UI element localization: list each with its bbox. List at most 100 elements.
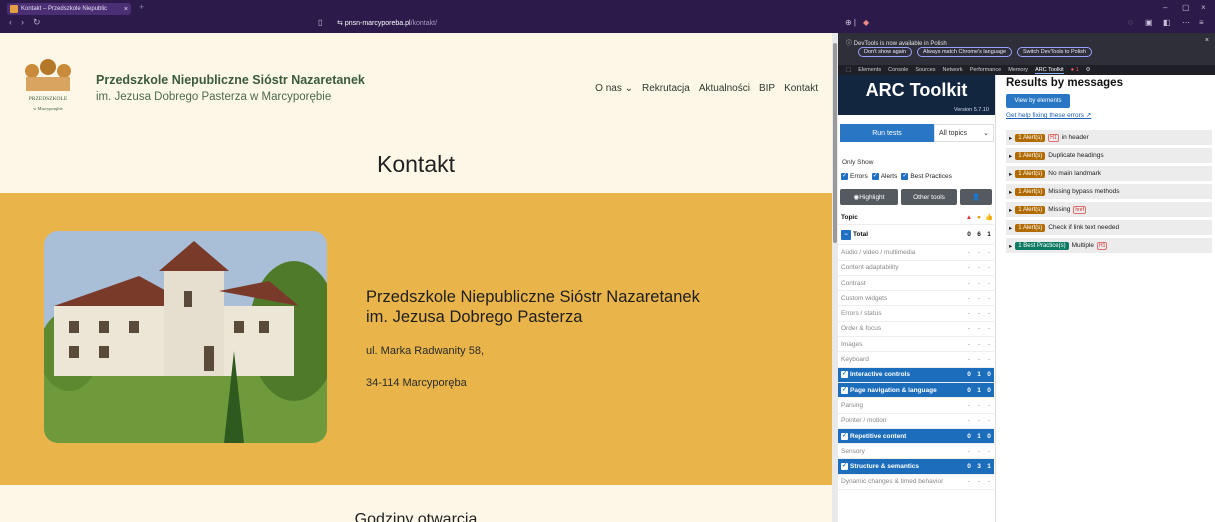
- topic-name: Audio / video / multimedia: [841, 248, 916, 256]
- tab-close-icon[interactable]: ×: [124, 6, 128, 13]
- topics-select[interactable]: All topics ⌄: [934, 124, 994, 142]
- expand-icon[interactable]: ▸: [1009, 188, 1012, 196]
- tab-network[interactable]: Network: [943, 67, 963, 73]
- topic-row[interactable]: ✓ Page navigation & language 0 1 0: [838, 382, 994, 399]
- expand-icon[interactable]: ▸: [1009, 206, 1012, 214]
- error-count-badge[interactable]: ● 1: [1071, 67, 1079, 73]
- topic-count: -: [967, 248, 971, 256]
- tab-sources[interactable]: Sources: [915, 67, 935, 73]
- topic-count: -: [977, 310, 981, 318]
- topic-row[interactable]: ✓ Interactive controls 0 1 0: [838, 367, 994, 383]
- topic-row[interactable]: ✓ Structure & semantics 0 3 1: [838, 459, 994, 475]
- new-tab-icon[interactable]: +: [139, 2, 144, 12]
- highlight-button[interactable]: ◉ Highlight: [840, 189, 898, 205]
- checkbox-icon[interactable]: ✓: [841, 432, 848, 440]
- expand-icon[interactable]: ▸: [1009, 152, 1012, 160]
- collapse-icon[interactable]: −: [841, 229, 851, 240]
- expand-icon[interactable]: ▸: [1009, 170, 1012, 178]
- result-item[interactable]: ▸ 1 Alert(s) Missing href: [1006, 202, 1212, 217]
- tab-performance[interactable]: Performance: [970, 67, 1002, 73]
- result-item[interactable]: ▸ 1 Alert(s) Duplicate headings: [1006, 148, 1212, 163]
- nav-item-bip[interactable]: BIP: [759, 83, 775, 94]
- topic-row[interactable]: Errors / status - - -: [838, 306, 994, 322]
- nav-item-o-nas[interactable]: O nas ⌄: [595, 83, 633, 94]
- topic-row[interactable]: ✓ Repetitive content 0 1 0: [838, 428, 994, 445]
- tab-arc-toolkit[interactable]: ARC Toolkit: [1035, 67, 1064, 74]
- user-settings-button[interactable]: 👤: [960, 189, 992, 205]
- nav-item-rekrutacja[interactable]: Rekrutacja: [642, 83, 690, 94]
- menu-icon[interactable]: ⋯: [1182, 18, 1190, 27]
- nav-item-kontakt[interactable]: Kontakt: [784, 83, 818, 94]
- topic-row[interactable]: Audio / video / multimedia - - -: [838, 245, 994, 261]
- bookmark-icon[interactable]: ▯: [318, 18, 322, 27]
- topic-row[interactable]: Dynamic changes & timed behavior - - -: [838, 475, 994, 491]
- browser-topbar: Kontakt – Przedszkole Niepublic × + – ▢ …: [0, 0, 1215, 33]
- result-item[interactable]: ▸ 1 Alert(s) No main landmark: [1006, 166, 1212, 181]
- inspect-icon[interactable]: ⬚: [846, 67, 851, 73]
- topic-row[interactable]: Keyboard - - -: [838, 352, 994, 368]
- topic-row[interactable]: Content adaptability - - -: [838, 261, 994, 276]
- forward-icon[interactable]: ›: [21, 17, 24, 27]
- maximize-icon[interactable]: ▢: [1182, 3, 1190, 12]
- minimize-icon[interactable]: –: [1163, 3, 1167, 12]
- tab-elements[interactable]: Elements: [858, 67, 881, 73]
- tab-console[interactable]: Console: [888, 67, 908, 73]
- result-item[interactable]: ▸ 1 Best Practice(s) Multiple H1: [1006, 238, 1212, 253]
- result-item[interactable]: ▸ 1 Alert(s) H1 in header: [1006, 130, 1212, 145]
- filter-best-practices[interactable]: ✓ Best Practices: [901, 173, 952, 180]
- tab-memory[interactable]: Memory: [1008, 67, 1028, 73]
- filter-alerts[interactable]: ✓ Alerts: [871, 173, 897, 180]
- switch-polish-button[interactable]: Switch DevTools to Polish: [1017, 47, 1092, 57]
- total-best-practices: 1: [987, 231, 991, 239]
- topic-row[interactable]: Order & focus - - -: [838, 322, 994, 338]
- expand-icon[interactable]: ▸: [1009, 224, 1012, 232]
- expand-icon[interactable]: ▸: [1009, 134, 1012, 142]
- filter-checkboxes: ✓ Errors ✓ Alerts ✓ Best Practices: [841, 173, 952, 180]
- extension-icon[interactable]: ◆: [863, 18, 869, 27]
- expand-icon[interactable]: ▸: [1009, 242, 1012, 250]
- run-tests-button[interactable]: Run tests: [840, 124, 934, 142]
- result-item[interactable]: ▸ 1 Alert(s) Missing bypass methods: [1006, 184, 1212, 199]
- downloads-icon[interactable]: ▣: [1145, 18, 1153, 27]
- nav-item-aktualnosci[interactable]: Aktualności: [699, 83, 750, 94]
- zoom-icon[interactable]: ⊕ |: [845, 18, 856, 27]
- notice-close-icon[interactable]: ×: [1205, 37, 1209, 44]
- site-info-icon[interactable]: ⇆: [337, 20, 345, 27]
- address-bar[interactable]: ⇆ pnsn-marcyporeba.pl/kontakt/: [337, 19, 437, 27]
- topic-row[interactable]: Contrast - - -: [838, 276, 994, 292]
- topic-row[interactable]: Parsing - - -: [838, 398, 994, 414]
- view-by-elements-button[interactable]: View by elements: [1006, 94, 1070, 108]
- error-triangle-icon: ▲: [965, 213, 973, 221]
- filter-errors[interactable]: ✓ Errors: [841, 173, 868, 180]
- match-language-button[interactable]: Always match Chrome's language: [917, 47, 1013, 57]
- topic-row[interactable]: Custom widgets - - -: [838, 291, 994, 307]
- brand-name[interactable]: Przedszkole Niepubliczne Sióstr Nazareta…: [96, 73, 365, 87]
- address-street: ul. Marka Radwanity 58,: [366, 345, 484, 357]
- checkbox-icon[interactable]: ✓: [841, 463, 848, 471]
- topic-name: Content adaptability: [841, 264, 899, 272]
- help-link[interactable]: Get help fixing these errors ↗: [1006, 111, 1091, 119]
- devtools-settings-icon[interactable]: ⚙: [1086, 67, 1091, 73]
- profile-icon[interactable]: ◌: [1128, 18, 1133, 27]
- back-icon[interactable]: ‹: [9, 17, 12, 27]
- topic-row[interactable]: Sensory - - -: [838, 444, 994, 460]
- other-tools-button[interactable]: Other tools: [901, 189, 957, 205]
- result-text: Multiple: [1071, 242, 1095, 249]
- topic-row[interactable]: Images - - -: [838, 337, 994, 353]
- checkbox-icon[interactable]: ✓: [841, 386, 848, 394]
- topic-name: Structure & semantics: [850, 463, 919, 471]
- school-logo[interactable]: PRZEDSZKOLE w Marcyporębie: [18, 57, 78, 117]
- total-row[interactable]: − Total 0 6 1: [838, 225, 994, 246]
- result-item[interactable]: ▸ 1 Alert(s) Check if link text needed: [1006, 220, 1212, 235]
- settings-icon[interactable]: ≡: [1199, 18, 1204, 27]
- close-window-icon[interactable]: ×: [1201, 3, 1206, 12]
- dont-show-button[interactable]: Don't show again: [858, 47, 913, 57]
- topic-row[interactable]: Pointer / motion - - -: [838, 414, 994, 429]
- browser-tab[interactable]: Kontakt – Przedszkole Niepublic ×: [7, 3, 131, 15]
- sidebar-icon[interactable]: ◧: [1163, 18, 1171, 27]
- checkbox-icon[interactable]: ✓: [841, 371, 848, 379]
- result-text: Missing bypass methods: [1048, 188, 1120, 195]
- topic-count: -: [987, 248, 991, 256]
- topic-count: -: [967, 478, 971, 486]
- reload-icon[interactable]: ↻: [33, 17, 41, 28]
